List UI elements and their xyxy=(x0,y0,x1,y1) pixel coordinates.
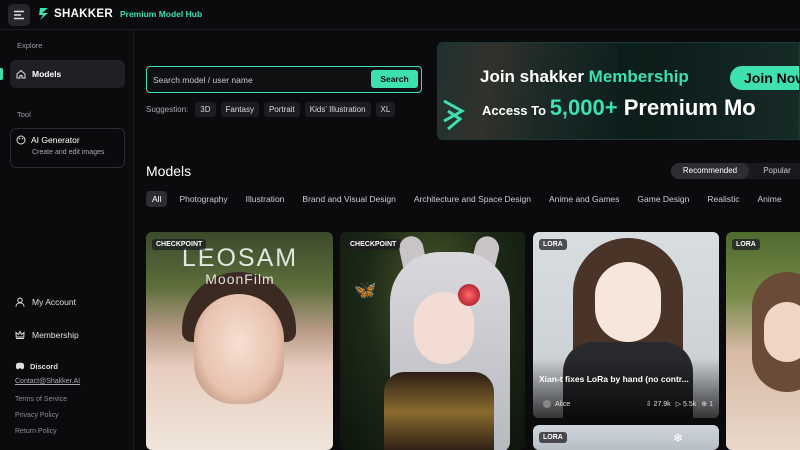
suggestion-chip[interactable]: XL xyxy=(375,102,396,117)
sidebar-item-models[interactable]: Models xyxy=(10,60,125,88)
banner-headline-highlight: Membership xyxy=(588,67,689,86)
suggestion-chip[interactable]: Fantasy xyxy=(220,102,259,117)
contact-email-link[interactable]: Contact@Shakker.AI xyxy=(15,378,80,385)
privacy-policy-link[interactable]: Privacy Policy xyxy=(15,412,59,419)
model-card-stats: ⇩ 27.9k ▷ 5.5k ⊕ 1 xyxy=(646,400,713,408)
category-tab[interactable]: Realistic xyxy=(707,194,739,204)
banner-headline: Join shakker Membership xyxy=(480,67,689,87)
sidebar-item-label: My Account xyxy=(32,297,76,307)
model-card[interactable]: 🦋 CHECKPOINT xyxy=(340,232,525,450)
category-tab[interactable]: Anime and Games xyxy=(549,194,619,204)
sidebar-item-my-account[interactable]: My Account xyxy=(15,297,76,307)
download-count: ⇩ 27.9k xyxy=(646,400,671,408)
suggestion-row: Suggestion: 3D Fantasy Portrait Kids' Il… xyxy=(146,102,396,117)
tool-section-label: Tool xyxy=(17,110,31,119)
comment-count: ⊕ 1 xyxy=(701,400,713,408)
model-type-badge: CHECKPOINT xyxy=(152,239,207,250)
logo-subtitle: Premium Model Hub xyxy=(119,9,203,19)
model-card[interactable]: LORA ❄ xyxy=(533,425,719,450)
sidebar: Explore Models Tool AI Generator Create … xyxy=(0,30,134,450)
top-bar: SHAKKER Premium Model Hub xyxy=(0,0,800,30)
banner-sub-prefix: Access To xyxy=(482,103,550,118)
active-indicator xyxy=(0,68,3,80)
membership-banner[interactable]: Join shakker Membership Join Now Access … xyxy=(437,42,800,140)
card-watermark: LEOSAM MoonFilm xyxy=(180,244,300,287)
discord-icon xyxy=(15,361,25,371)
model-type-badge: LORA xyxy=(539,239,567,250)
card-image-face xyxy=(764,302,800,362)
sort-toggle: Recommended Popular xyxy=(671,163,800,179)
sort-option-popular[interactable]: Popular xyxy=(757,163,797,179)
suggestion-chip[interactable]: 3D xyxy=(195,102,216,117)
terms-of-service-link[interactable]: Terms of Service xyxy=(15,396,67,403)
model-card-author[interactable]: Alice xyxy=(543,400,570,408)
crown-icon xyxy=(15,330,25,340)
model-card[interactable]: LEOSAM MoonFilm CHECKPOINT xyxy=(146,232,333,450)
discord-label: Discord xyxy=(30,361,58,371)
suggestion-chip[interactable]: Kids' Illustration xyxy=(304,102,371,117)
card-overlay xyxy=(533,358,719,418)
like-count-value: 5.5k xyxy=(683,401,697,408)
search-input[interactable] xyxy=(153,72,365,87)
sidebar-item-label: Membership xyxy=(32,330,79,340)
category-tab[interactable]: Brand and Visual Design xyxy=(302,194,395,204)
category-tab[interactable]: Anime xyxy=(758,194,782,204)
download-icon: ⇩ xyxy=(645,401,652,408)
user-icon xyxy=(15,297,25,307)
ai-generator-card[interactable]: AI Generator Create and edit images xyxy=(10,128,125,168)
avatar xyxy=(543,400,551,408)
suggestion-chip[interactable]: Portrait xyxy=(263,102,300,117)
model-type-badge: LORA xyxy=(732,239,760,250)
menu-icon xyxy=(14,10,24,20)
category-tab[interactable]: Game Design xyxy=(637,194,689,204)
card-image-dress xyxy=(384,372,494,450)
author-name: Alice xyxy=(555,400,571,408)
return-policy-link[interactable]: Return Policy xyxy=(15,428,57,435)
category-tab[interactable]: Illustration xyxy=(246,194,285,204)
watermark-subtitle: MoonFilm xyxy=(205,271,275,287)
banner-headline-prefix: Join shakker xyxy=(480,67,589,86)
palette-icon xyxy=(16,135,26,145)
search-box: Search xyxy=(146,66,422,93)
search-button[interactable]: Search xyxy=(371,70,418,88)
butterfly-icon: 🦋 xyxy=(354,280,377,300)
sidebar-item-label: Models xyxy=(32,69,62,79)
model-card[interactable]: LORA Xian-t fixes LoRa by hand (no contr… xyxy=(533,232,719,418)
discord-link[interactable]: Discord xyxy=(15,361,58,371)
banner-sub-number: 5,000+ xyxy=(549,95,618,120)
logo[interactable]: SHAKKER Premium Model Hub xyxy=(38,7,202,21)
like-count: ▷ 5.5k xyxy=(676,400,697,408)
join-now-button[interactable]: Join Now xyxy=(730,66,799,90)
category-tab[interactable]: Architecture and Space Design xyxy=(414,194,531,204)
sort-option-recommended[interactable]: Recommended xyxy=(671,163,749,179)
comment-count-value: 1 xyxy=(709,401,713,408)
ai-generator-subtitle: Create and edit images xyxy=(32,149,105,156)
model-type-badge: CHECKPOINT xyxy=(346,239,401,250)
logo-name: SHAKKER xyxy=(54,8,113,20)
model-card-title: Xian-t fixes LoRa by hand (no contr... xyxy=(539,374,689,384)
logo-icon xyxy=(39,8,48,20)
suggestion-label: Suggestion: xyxy=(146,105,189,114)
like-icon: ▷ xyxy=(675,401,682,408)
card-image-flower xyxy=(458,284,480,306)
model-type-badge: LORA xyxy=(539,432,567,443)
category-tab[interactable]: All xyxy=(146,191,168,207)
banner-subheadline: Access To 5,000+ Premium Mo xyxy=(482,95,756,121)
sidebar-item-membership[interactable]: Membership xyxy=(15,330,79,340)
ai-generator-title: AI Generator xyxy=(31,135,80,145)
card-image-face xyxy=(595,262,661,342)
models-section-title: Models xyxy=(146,163,192,179)
download-count-value: 27.9k xyxy=(653,401,671,408)
comment-icon: ⊕ xyxy=(701,401,708,408)
card-image-face xyxy=(194,294,284,404)
home-icon xyxy=(16,69,26,79)
category-tabs: All Photography Illustration Brand and V… xyxy=(146,191,800,207)
model-card[interactable]: LORA xyxy=(726,232,800,450)
snowflake-icon: ❄ xyxy=(673,431,684,445)
banner-sub-suffix: Premium Mo xyxy=(617,95,756,120)
arrow-icon xyxy=(443,99,466,131)
category-tab[interactable]: Photography xyxy=(179,194,227,204)
menu-button[interactable] xyxy=(8,4,30,26)
explore-section-label: Explore xyxy=(17,41,43,50)
